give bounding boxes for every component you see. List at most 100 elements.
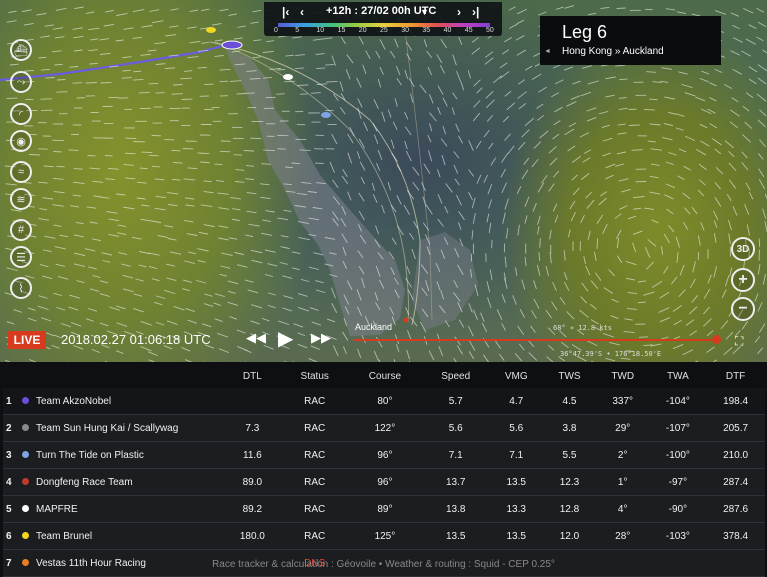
table-row[interactable]: 2Team Sun Hung Kai / Scallywag7.3RAC122°… <box>3 415 765 442</box>
play-icon[interactable]: ▶ <box>278 326 293 351</box>
team-name: MAPFRE <box>36 504 78 515</box>
rank-cell: 3 <box>3 442 21 469</box>
layers-icon[interactable]: ☰ <box>10 246 32 268</box>
table-row[interactable]: 1Team AkzoNobelRAC80°5.74.74.5337°-104°1… <box>3 388 765 415</box>
playback-handle[interactable] <box>712 335 721 344</box>
table-row[interactable]: 4Dongfeng Race Team89.0RAC96°13.713.512.… <box>3 469 765 496</box>
course-cell: 89° <box>348 496 422 523</box>
vmg-cell: 13.5 <box>489 469 543 496</box>
twa-cell: -103° <box>650 523 707 550</box>
fleet-icon[interactable]: ⛴ <box>10 39 32 61</box>
speed-cell: 7.1 <box>422 442 489 469</box>
live-badge[interactable]: LIVE <box>8 331 46 349</box>
destination-label: Auckland <box>355 322 392 332</box>
wind-icon[interactable]: ◉ <box>10 130 32 152</box>
team-name: Team Sun Hung Kai / Scallywag <box>36 423 178 434</box>
twd-cell: 337° <box>596 388 650 415</box>
auckland-marker <box>404 318 409 323</box>
table-row[interactable]: 5MAPFRE89.2RAC89°13.813.312.84°-90°287.6 <box>3 496 765 523</box>
rank-cell: 1 <box>3 388 21 415</box>
column-header[interactable]: DTF <box>706 365 765 388</box>
rewind-icon[interactable]: ◀◀ <box>246 330 266 346</box>
dtf-cell: 287.6 <box>706 496 765 523</box>
twa-cell: -100° <box>650 442 707 469</box>
wind-scale-labels: 05101520253035404550 <box>274 27 494 36</box>
dtl-cell: 7.3 <box>223 415 282 442</box>
speed-cell: 5.6 <box>422 415 489 442</box>
fullscreen-icon[interactable]: ⛶ <box>735 334 743 349</box>
skip-forward-icon[interactable]: ›| <box>472 5 479 19</box>
column-header[interactable]: VMG <box>489 365 543 388</box>
status-cell: RAC <box>282 523 348 550</box>
wind-scale-tick: 5 <box>295 27 299 34</box>
team-cell: Turn The Tide on Plastic <box>21 442 223 469</box>
team-color-dot <box>22 532 29 539</box>
graph-icon[interactable]: ⌇ <box>10 277 32 299</box>
dtl-cell <box>223 388 282 415</box>
routes-icon[interactable]: ⤳ <box>10 71 32 93</box>
column-header[interactable]: TWA <box>650 365 707 388</box>
tws-cell: 5.5 <box>543 442 596 469</box>
team-color-dot <box>22 424 29 431</box>
rank-cell: 4 <box>3 469 21 496</box>
vmg-cell: 5.6 <box>489 415 543 442</box>
team-color-dot <box>22 451 29 458</box>
rank-cell: 5 <box>3 496 21 523</box>
team-color-dot <box>22 397 29 404</box>
wind-scale-tick: 50 <box>486 27 494 34</box>
grid-icon[interactable]: # <box>10 219 32 241</box>
table-row[interactable]: 3Turn The Tide on Plastic11.6RAC96°7.17.… <box>3 442 765 469</box>
column-header[interactable]: TWD <box>596 365 650 388</box>
wind-scale-tick: 30 <box>401 27 409 34</box>
vmg-cell: 4.7 <box>489 388 543 415</box>
race-map[interactable]: |‹ ‹ +12h : 27/02 00h UTC ▼ › ›| 0510152… <box>0 0 767 362</box>
laylines-icon[interactable]: ◜ <box>10 103 32 125</box>
speed-cell: 13.8 <box>422 496 489 523</box>
course-cell: 125° <box>348 523 422 550</box>
step-forward-icon[interactable]: › <box>457 5 461 19</box>
zoom-out-icon[interactable]: − <box>731 297 755 321</box>
view-3d-button[interactable]: 3D <box>731 237 755 261</box>
column-header[interactable]: Speed <box>422 365 489 388</box>
skip-back-icon[interactable]: |‹ <box>282 5 289 19</box>
boat-akzonobel-marker[interactable] <box>222 41 242 49</box>
boat-tide-marker[interactable] <box>321 112 331 118</box>
status-cell: RAC <box>282 442 348 469</box>
fast-forward-icon[interactable]: ▶▶ <box>311 330 331 346</box>
tws-cell: 3.8 <box>543 415 596 442</box>
status-cell: RAC <box>282 388 348 415</box>
status-cell: RAC <box>282 415 348 442</box>
team-name: Team AkzoNobel <box>36 396 111 407</box>
zoom-in-icon[interactable]: + <box>731 268 755 292</box>
course-cell: 80° <box>348 388 422 415</box>
wind-readout: 68° » 12.8 kts <box>553 324 612 332</box>
current-icon[interactable]: ≋ <box>10 188 32 210</box>
column-header[interactable] <box>21 365 223 388</box>
column-header[interactable]: Status <box>282 365 348 388</box>
wind-scale-tick: 35 <box>422 27 430 34</box>
wind-scale-tick: 15 <box>338 27 346 34</box>
dtf-cell: 210.0 <box>706 442 765 469</box>
playback-progress[interactable] <box>353 339 717 341</box>
column-header[interactable] <box>3 365 21 388</box>
gust-icon[interactable]: ≈ <box>10 161 32 183</box>
leg-title: Leg 6 <box>562 22 607 43</box>
column-header[interactable]: DTL <box>223 365 282 388</box>
leg-info-panel: Leg 6 ◄ Hong Kong » Auckland <box>540 16 721 65</box>
twa-cell: -90° <box>650 496 707 523</box>
dtl-cell: 11.6 <box>223 442 282 469</box>
team-cell: MAPFRE <box>21 496 223 523</box>
team-cell: Team Sun Hung Kai / Scallywag <box>21 415 223 442</box>
boat-brunel-marker[interactable] <box>206 27 216 33</box>
collapse-arrow-icon[interactable]: ◄ <box>544 48 551 55</box>
leaderboard-table: DTLStatusCourseSpeedVMGTWSTWDTWADTF 1 Tea… <box>3 365 765 577</box>
table-row[interactable]: 6Team Brunel180.0RAC125°13.513.512.028°-… <box>3 523 765 550</box>
rank-cell: 6 <box>3 523 21 550</box>
column-header[interactable]: Course <box>348 365 422 388</box>
boat-mapfre-marker[interactable] <box>283 74 293 80</box>
wind-scale-tick: 0 <box>274 27 278 34</box>
time-dropdown-icon[interactable]: ▼ <box>420 7 429 17</box>
dtl-cell: 180.0 <box>223 523 282 550</box>
step-back-icon[interactable]: ‹ <box>300 5 304 19</box>
column-header[interactable]: TWS <box>543 365 596 388</box>
